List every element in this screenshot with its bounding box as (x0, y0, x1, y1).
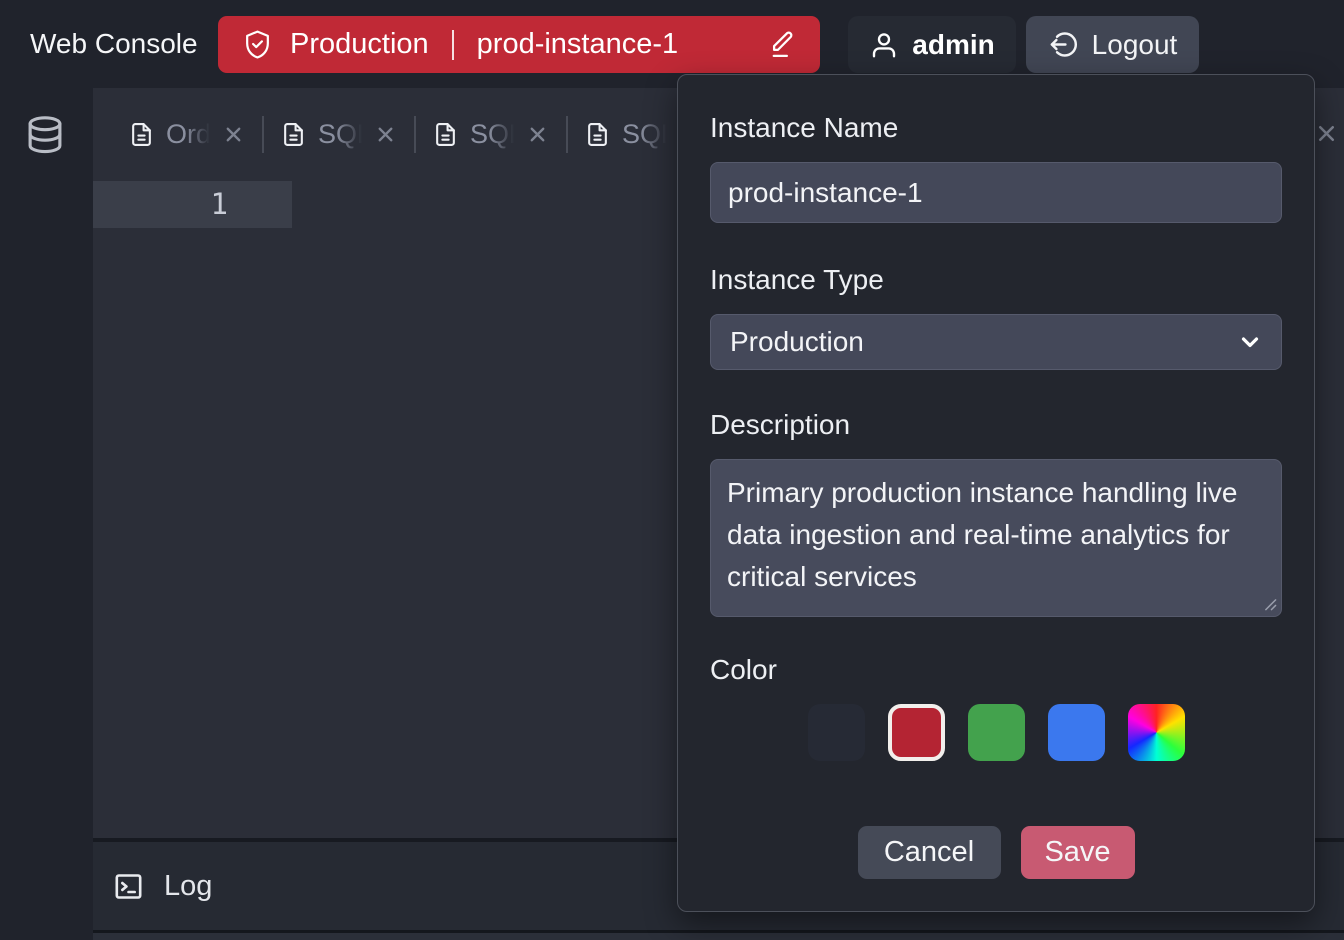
logout-button[interactable]: Logout (1026, 16, 1199, 73)
tab-label: Ord (166, 119, 212, 150)
color-label: Color (710, 653, 1282, 686)
badge-separator (452, 30, 454, 60)
tab-1[interactable]: SQL (281, 119, 397, 150)
instance-edit-dialog: Instance Name Instance Type Production D… (677, 74, 1315, 912)
app-root: Web Console Production prod-instance-1 a… (0, 0, 1344, 940)
description-label: Description (710, 408, 1282, 441)
tab-label: SQL (622, 119, 668, 150)
instance-badge[interactable]: Production prod-instance-1 (218, 16, 820, 73)
swatch-blue[interactable] (1048, 704, 1105, 761)
shield-check-icon (242, 28, 273, 61)
description-textarea[interactable]: Primary production instance handling liv… (710, 459, 1282, 617)
sidebar (0, 88, 93, 940)
instance-name-text: prod-instance-1 (477, 28, 679, 61)
tab-close-icon[interactable] (374, 123, 397, 146)
tab-close-icon[interactable] (222, 123, 245, 146)
resize-grip-icon[interactable] (1264, 598, 1277, 611)
instance-name-label: Instance Name (710, 111, 1282, 144)
tab-divider (262, 116, 264, 153)
dialog-actions: Cancel Save (710, 826, 1282, 879)
file-text-icon (433, 121, 458, 148)
file-text-icon (585, 121, 610, 148)
edit-pencil-icon[interactable] (767, 29, 796, 60)
tab-label: SQL (470, 119, 516, 150)
save-button[interactable]: Save (1021, 826, 1135, 879)
page-title: Web Console (30, 28, 198, 60)
tab-divider (566, 116, 568, 153)
swatch-red[interactable] (888, 704, 945, 761)
logout-label: Logout (1092, 29, 1178, 61)
bottom-strip (93, 933, 1344, 940)
tab-divider (414, 116, 416, 153)
line-number-gutter: 1 (93, 181, 292, 228)
color-swatch-row (710, 704, 1282, 761)
swatch-green[interactable] (968, 704, 1025, 761)
instance-type-label: Instance Type (710, 263, 1282, 296)
logout-icon (1048, 29, 1079, 60)
swatch-rainbow[interactable] (1128, 704, 1185, 761)
terminal-icon (112, 870, 145, 903)
tab-close-icon-far-right[interactable] (1314, 121, 1339, 146)
tab-0[interactable]: Ord (129, 119, 245, 150)
instance-type-value: Production (730, 326, 864, 358)
database-icon[interactable] (24, 112, 66, 160)
description-field-wrap: Primary production instance handling liv… (710, 459, 1282, 617)
user-chip: admin (848, 16, 1016, 73)
user-name: admin (912, 29, 994, 61)
instance-type-select[interactable]: Production (710, 314, 1282, 370)
tab-close-icon[interactable] (526, 123, 549, 146)
swatch-default-dark[interactable] (808, 704, 865, 761)
tab-2[interactable]: SQL (433, 119, 549, 150)
cancel-button[interactable]: Cancel (858, 826, 1001, 879)
chevron-down-icon (1238, 330, 1262, 354)
file-text-icon (281, 121, 306, 148)
instance-name-input[interactable] (710, 162, 1282, 223)
log-panel-label: Log (164, 870, 212, 903)
file-text-icon (129, 121, 154, 148)
user-icon (869, 29, 899, 61)
instance-type-text: Production (290, 28, 429, 61)
tab-label: SQL (318, 119, 364, 150)
